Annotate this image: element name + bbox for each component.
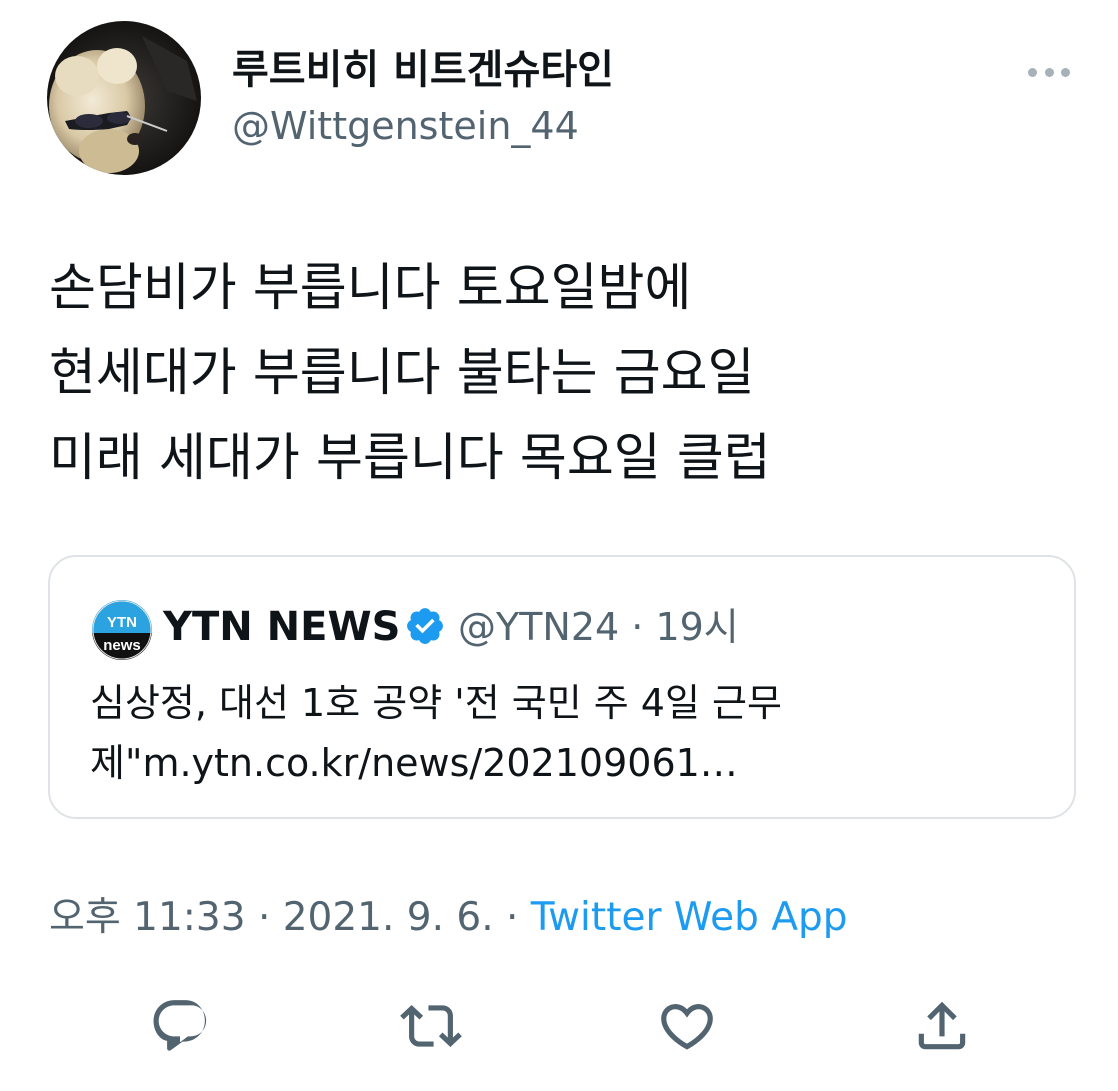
like-icon [661, 1004, 713, 1050]
author-handle[interactable]: @Wittgenstein_44 [232, 103, 579, 149]
tweet-source-link[interactable]: Twitter Web App [531, 895, 848, 940]
quoted-tweet-card[interactable]: YTN news YTN NEWS @YTN24 · 19시 심상정, 대선 1… [48, 555, 1076, 819]
tweet-text: 손담비가 부릅니다 토요일밤에 현세대가 부릅니다 불타는 금요일 미래 세대가… [49, 246, 1049, 501]
quoted-line: 심상정, 대선 1호 공약 '전 국민 주 4일 근무 [90, 681, 782, 725]
share-icon [918, 1001, 966, 1050]
more-options-button[interactable] [1024, 52, 1074, 92]
tweet-line: 현세대가 부릅니다 불타는 금요일 [49, 344, 755, 403]
tweet-timestamp[interactable]: 오후 11:33 · 2021. 9. 6. · [49, 895, 531, 940]
quoted-author-avatar[interactable]: YTN news [92, 600, 152, 660]
more-dot [1044, 67, 1054, 77]
ytn-logo-subtext: news [103, 637, 141, 654]
verified-badge-icon [404, 605, 446, 647]
more-dot [1061, 67, 1070, 77]
quoted-handle-time[interactable]: @YTN24 · 19시 [458, 601, 739, 653]
tweet-line: 미래 세대가 부릅니다 목요일 클럽 [49, 429, 771, 488]
quoted-tweet-text: 심상정, 대선 1호 공약 '전 국민 주 4일 근무 제"m.ytn.co.k… [90, 673, 782, 793]
like-button[interactable] [656, 995, 718, 1057]
author-display-name[interactable]: 루트비히 비트겐슈타인 [232, 46, 614, 94]
reply-button[interactable] [149, 995, 211, 1057]
tweet-meta: 오후 11:33 · 2021. 9. 6. · Twitter Web App [49, 893, 848, 943]
quoted-line: 제"m.ytn.co.kr/news/202109061… [90, 741, 738, 785]
reply-icon [153, 1000, 207, 1051]
author-avatar[interactable] [47, 21, 201, 175]
quoted-display-name[interactable]: YTN NEWS [163, 601, 400, 653]
tweet-line: 손담비가 부릅니다 토요일밤에 [49, 259, 692, 318]
retweet-button[interactable] [400, 995, 462, 1057]
more-horizontal-icon [1028, 67, 1037, 77]
ytn-logo-text: YTN [107, 614, 137, 631]
retweet-icon [400, 1005, 462, 1047]
share-button[interactable] [911, 995, 973, 1057]
